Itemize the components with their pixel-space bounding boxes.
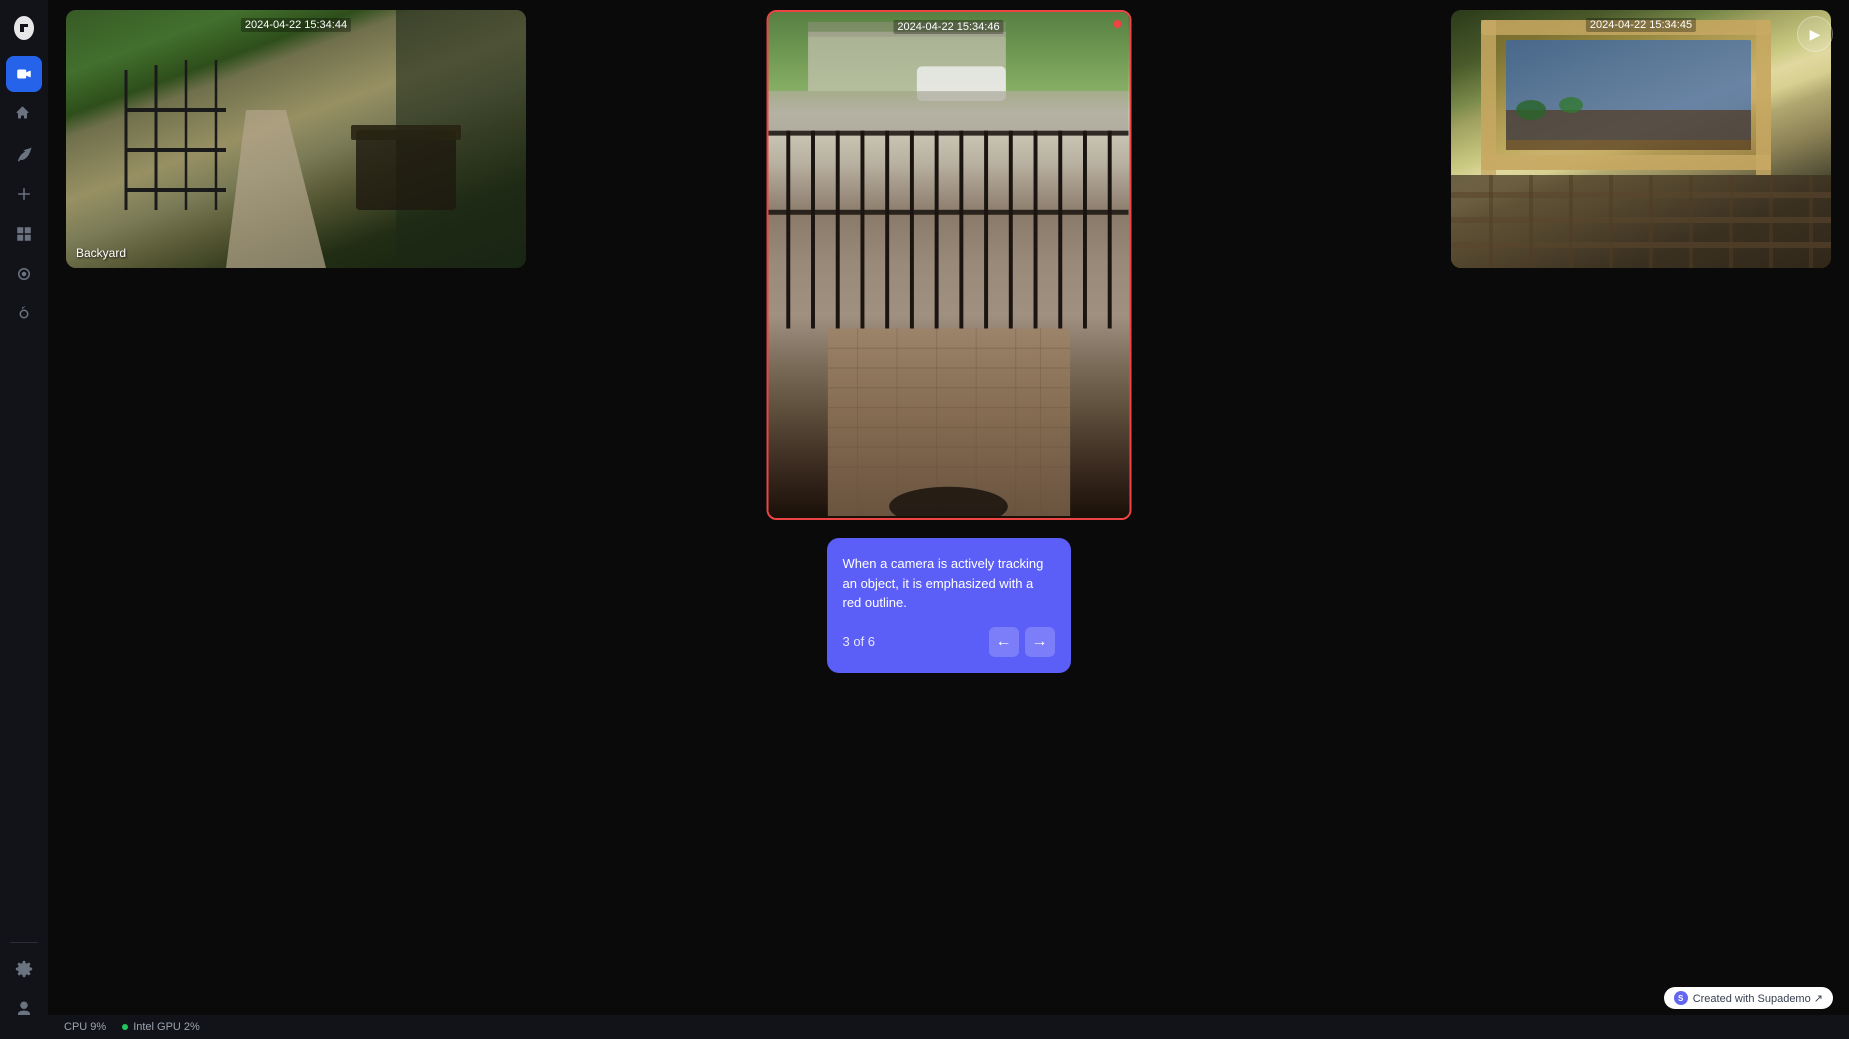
camera-center-active-dot [1113, 20, 1121, 28]
sidebar-divider [10, 942, 38, 943]
cpu-label: CPU 9% [64, 1021, 106, 1033]
tooltip-card: When a camera is actively tracking an ob… [827, 538, 1071, 673]
sidebar-item-leaf[interactable] [6, 136, 42, 172]
sidebar-item-video[interactable] [6, 56, 42, 92]
tooltip-text: When a camera is actively tracking an ob… [843, 554, 1055, 613]
gpu-label: Intel GPU 2% [133, 1021, 200, 1033]
tooltip-counter: 3 of 6 [843, 634, 876, 649]
camera-right-feed [1451, 10, 1831, 268]
tooltip-prev-button[interactable]: ← [989, 627, 1019, 657]
cpu-status: CPU 9% [64, 1021, 106, 1033]
supademo-logo: S [1674, 991, 1688, 1005]
tooltip-next-button[interactable]: → [1025, 627, 1055, 657]
sidebar-item-home[interactable] [6, 96, 42, 132]
sidebar-item-grid[interactable] [6, 216, 42, 252]
camera-grid: 2024-04-22 15:34:44 Backyard [48, 0, 1849, 1015]
camera-left-label: Backyard [76, 246, 126, 260]
camera-center-timestamp: 2024-04-22 15:34:46 [893, 20, 1003, 34]
play-icon: ▶ [1810, 26, 1821, 43]
sidebar-item-settings[interactable] [6, 951, 42, 987]
tooltip-footer: 3 of 6 ← → [843, 627, 1055, 657]
camera-left-feed [66, 10, 526, 268]
sidebar-item-add[interactable] [6, 176, 42, 212]
camera-center[interactable]: 2024-04-22 15:34:46 [766, 10, 1131, 520]
camera-left[interactable]: 2024-04-22 15:34:44 Backyard [66, 10, 526, 268]
sidebar-item-ai[interactable] [6, 296, 42, 332]
app-logo [8, 12, 40, 44]
sidebar-item-circle[interactable] [6, 256, 42, 292]
tooltip-nav: ← → [989, 627, 1055, 657]
camera-right-timestamp: 2024-04-22 15:34:45 [1586, 18, 1696, 32]
camera-center-feed [768, 12, 1129, 518]
gpu-status: Intel GPU 2% [122, 1021, 200, 1033]
sidebar-item-user[interactable] [6, 991, 42, 1027]
status-bar: CPU 9% Intel GPU 2% [48, 1015, 1849, 1039]
supademo-badge[interactable]: S Created with Supademo ↗ [1664, 987, 1833, 1009]
gpu-status-dot [122, 1024, 128, 1030]
sidebar [0, 0, 48, 1039]
main-content: 2024-04-22 15:34:44 Backyard [48, 0, 1849, 1039]
camera-left-timestamp: 2024-04-22 15:34:44 [241, 18, 351, 32]
play-button[interactable]: ▶ [1797, 16, 1833, 52]
supademo-label: Created with Supademo ↗ [1693, 992, 1823, 1005]
camera-right[interactable]: 2024-04-22 15:34:45 [1451, 10, 1831, 268]
